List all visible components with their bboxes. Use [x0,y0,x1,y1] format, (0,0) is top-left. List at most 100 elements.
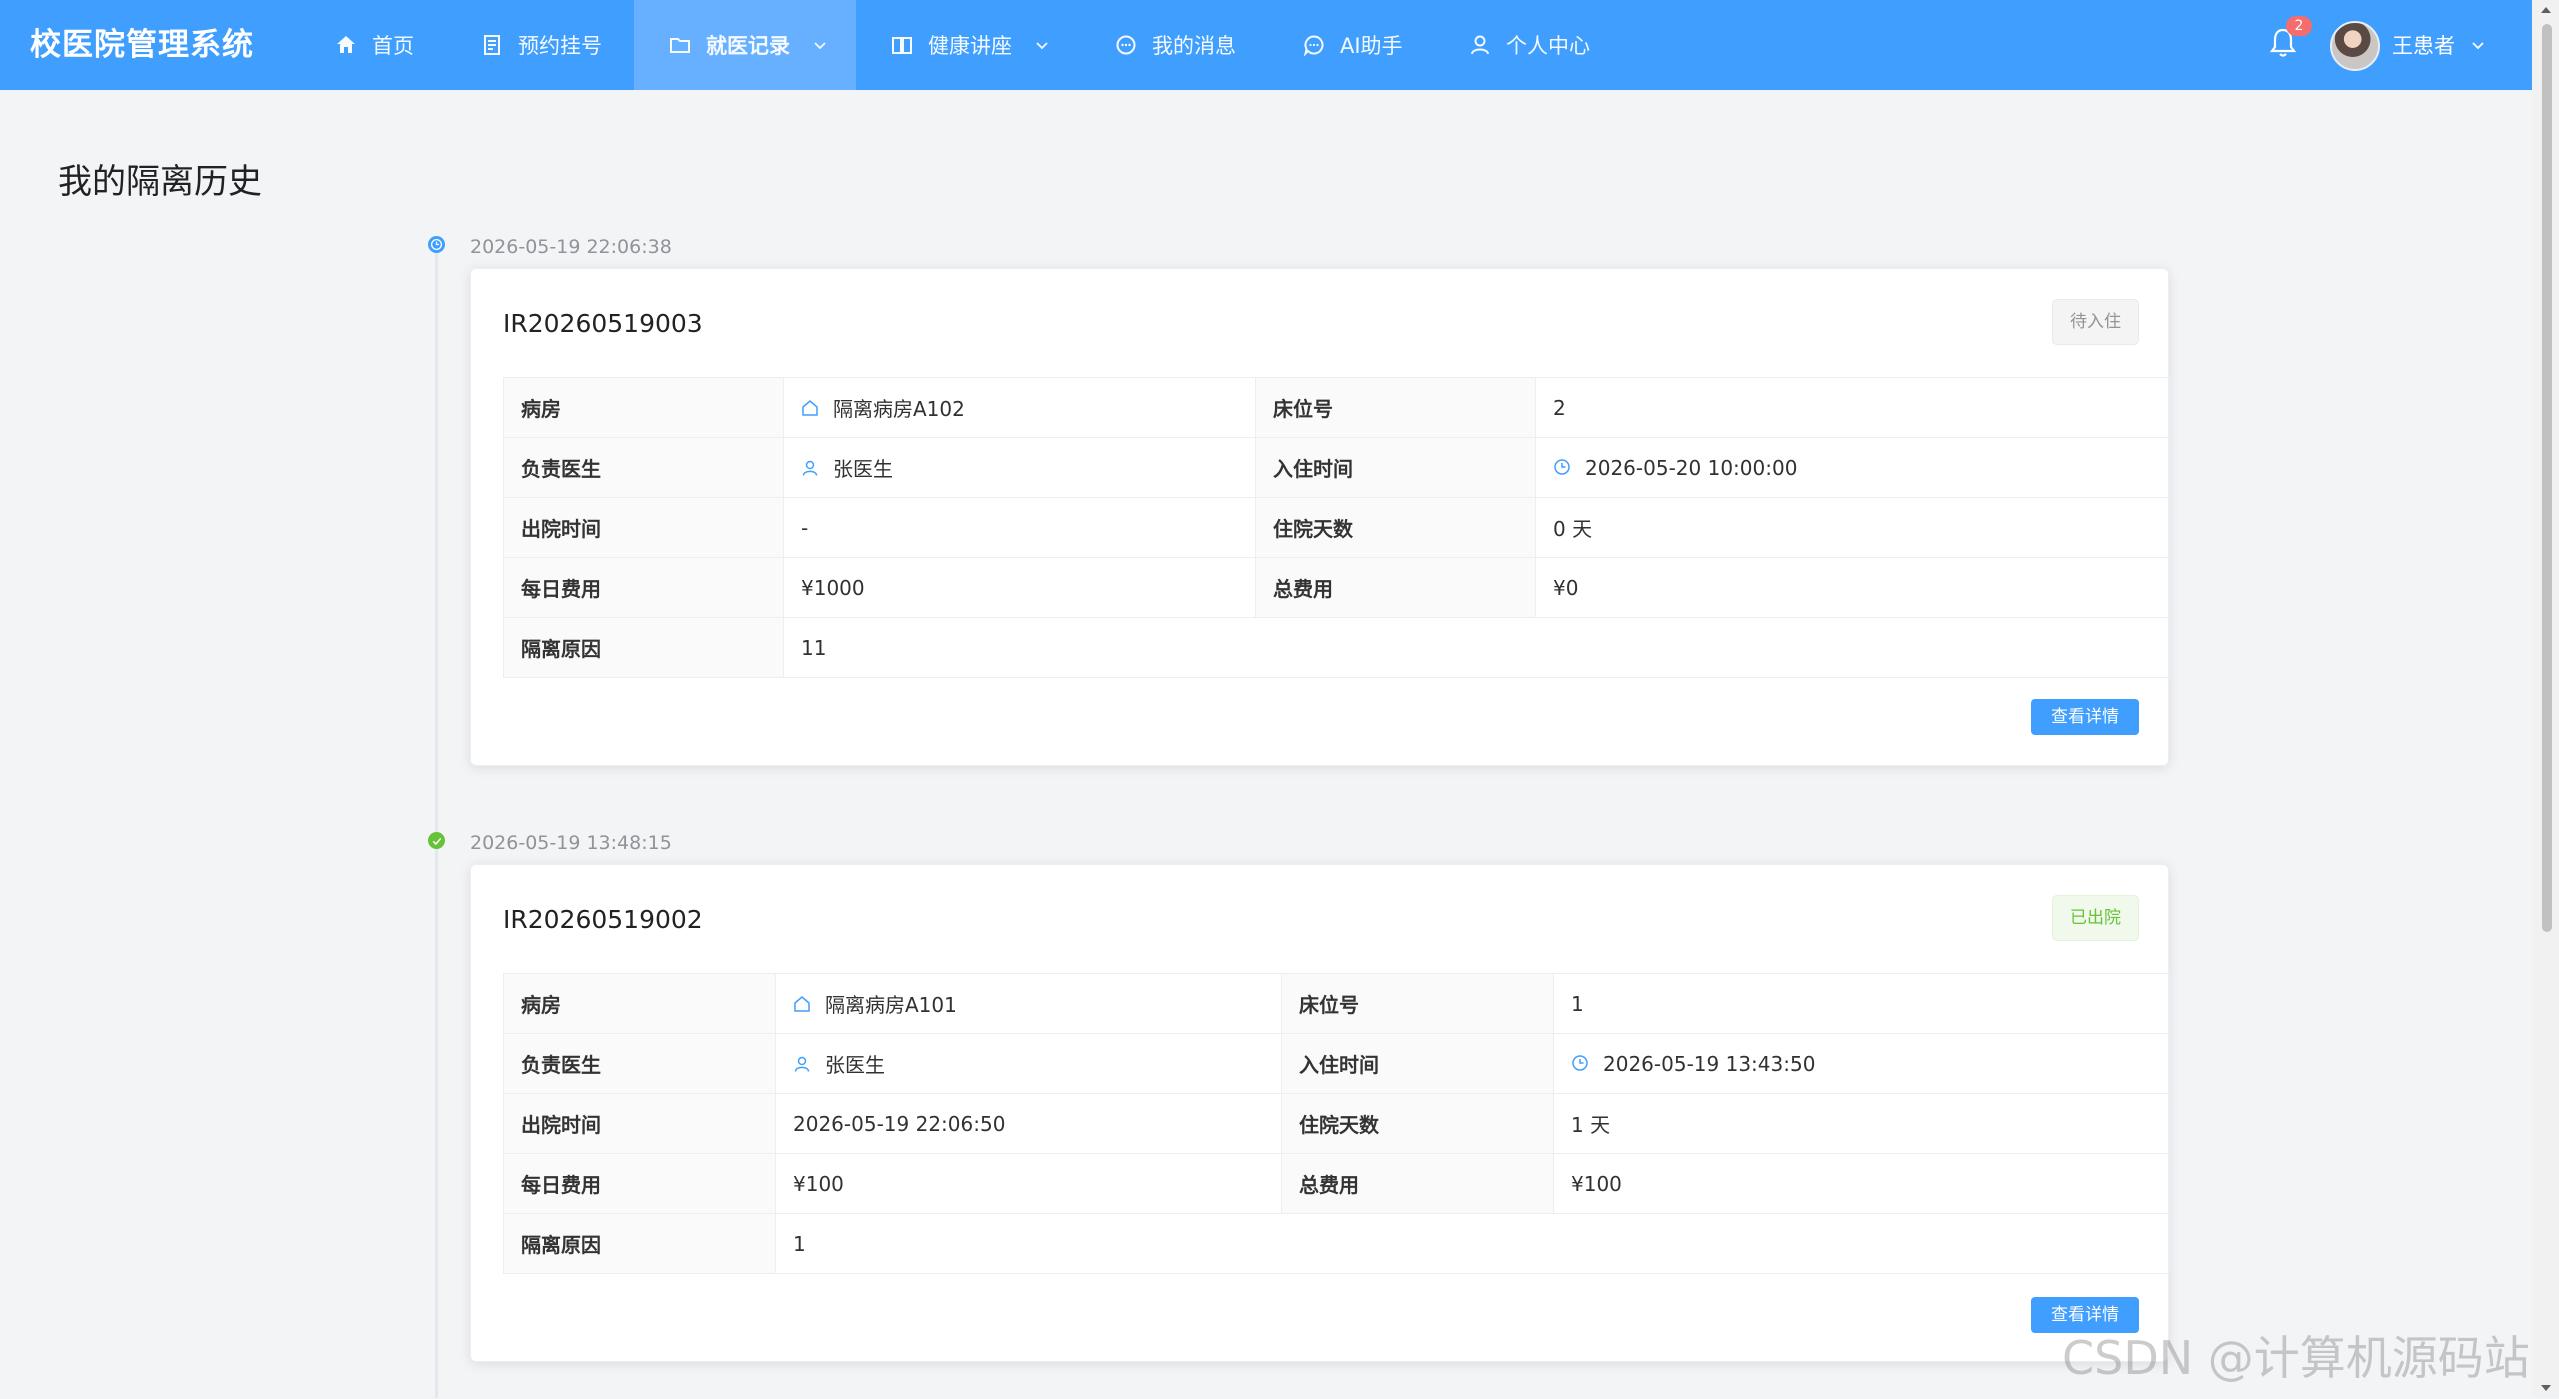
nav-lectures[interactable]: 健康讲座 [890,0,1050,90]
status-badge: 待入住 [2052,299,2139,345]
nav-home-label: 首页 [372,34,414,58]
folder-icon [668,33,692,57]
doctor-value: 张医生 [833,457,893,481]
nav-ai-label: AI助手 [1340,34,1403,58]
bed-value: 1 [1553,973,2170,1034]
ward-value: 隔离病房A101 [825,993,957,1017]
user-icon [801,458,819,476]
doctor-value: 张医生 [825,1053,885,1077]
checkin-label: 入住时间 [1255,437,1536,498]
ward-value-cell: 隔离病房A101 [775,973,1282,1034]
nav-appointment[interactable]: 预约挂号 [480,0,602,90]
daily-fee-label: 每日费用 [503,1153,776,1214]
notification-badge: 2 [2286,16,2312,36]
ward-value-cell: 隔离病房A102 [783,377,1256,438]
timeline-timestamp: 2026-05-19 13:48:15 [470,832,672,854]
daily-fee-value: ¥1000 [783,557,1256,618]
chevron-down-icon [812,37,828,53]
nav-records[interactable]: 就医记录 [634,0,856,90]
ward-label: 病房 [503,973,776,1034]
table-row: 隔离原因 1 [503,1213,2170,1274]
app-title: 校医院管理系统 [30,27,254,63]
record-details-table: 病房 隔离病房A102 床位号 2 负责医生 张医生 入住时间 2026-05-… [503,377,2170,678]
table-row: 病房 隔离病房A102 床位号 2 [503,377,2170,438]
clock-icon [1553,457,1571,475]
discharge-value: - [783,497,1256,558]
reason-value: 1 [775,1213,2170,1274]
nav-lectures-label: 健康讲座 [928,34,1012,58]
checkin-value: 2026-05-20 10:00:00 [1585,455,1798,480]
discharge-label: 出院时间 [503,497,784,558]
isolation-record-card: IR20260519002 已出院 病房 隔离病房A101 床位号 1 负责医生… [470,864,2170,1362]
doctor-value-cell: 张医生 [783,437,1256,498]
daily-fee-value: ¥100 [775,1153,1282,1214]
scroll-up-arrow-icon[interactable] [2538,2,2554,16]
clock-icon [1571,1053,1589,1071]
user-icon [793,1054,811,1072]
doctor-label: 负责医生 [503,437,784,498]
check-icon [428,832,445,849]
user-name[interactable]: 王患者 [2392,0,2455,90]
days-label: 住院天数 [1255,497,1536,558]
nav-messages[interactable]: 我的消息 [1114,0,1236,90]
scroll-down-arrow-icon[interactable] [2538,1380,2554,1394]
status-badge: 已出院 [2052,895,2139,941]
house-icon [801,398,819,416]
days-label: 住院天数 [1281,1093,1554,1154]
chevron-down-icon[interactable] [2470,37,2486,53]
user-icon [1468,33,1492,57]
chevron-down-icon [1034,37,1050,53]
table-row: 负责医生 张医生 入住时间 2026-05-20 10:00:00 [503,437,2170,498]
total-fee-label: 总费用 [1255,557,1536,618]
checkin-value-cell: 2026-05-19 13:43:50 [1553,1033,2170,1094]
nav-ai-assistant[interactable]: AI助手 [1302,0,1403,90]
checkin-label: 入住时间 [1281,1033,1554,1094]
nav-appointment-label: 预约挂号 [518,34,602,58]
reason-label: 隔离原因 [503,617,784,678]
reason-value: 11 [783,617,2170,678]
doctor-label: 负责医生 [503,1033,776,1094]
record-details-table: 病房 隔离病房A101 床位号 1 负责医生 张医生 入住时间 2026-05-… [503,973,2170,1274]
checkin-value-cell: 2026-05-20 10:00:00 [1535,437,2170,498]
avatar[interactable] [2330,21,2380,71]
clock-icon [428,236,445,253]
ward-label: 病房 [503,377,784,438]
table-row: 出院时间 - 住院天数 0 天 [503,497,2170,558]
timeline-line [435,246,438,1398]
nav-records-label: 就医记录 [706,34,790,58]
nav-profile[interactable]: 个人中心 [1468,0,1590,90]
scrollbar-thumb[interactable] [2542,24,2552,932]
chat-icon [1114,33,1138,57]
reason-label: 隔离原因 [503,1213,776,1274]
book-icon [890,33,914,57]
daily-fee-label: 每日费用 [503,557,784,618]
discharge-value: 2026-05-19 22:06:50 [775,1093,1282,1154]
record-id: IR20260519003 [503,309,703,338]
nav-home[interactable]: 首页 [334,0,414,90]
total-fee-value: ¥0 [1535,557,2170,618]
home-icon [334,33,358,57]
view-details-button[interactable]: 查看详情 [2031,699,2139,735]
isolation-record-card: IR20260519003 待入住 病房 隔离病房A102 床位号 2 负责医生… [470,268,2170,766]
top-navbar: 校医院管理系统 首页 预约挂号 就医记录 健康讲座 我的消息 AI助手 个人中心… [0,0,2532,90]
table-row: 每日费用 ¥1000 总费用 ¥0 [503,557,2170,618]
record-id: IR20260519002 [503,905,703,934]
table-row: 隔离原因 11 [503,617,2170,678]
total-fee-value: ¥100 [1553,1153,2170,1214]
nav-messages-label: 我的消息 [1152,34,1236,58]
bed-value: 2 [1535,377,2170,438]
ward-value: 隔离病房A102 [833,397,965,421]
nav-profile-label: 个人中心 [1506,34,1590,58]
bed-label: 床位号 [1255,377,1536,438]
days-value: 0 天 [1535,497,2170,558]
table-row: 病房 隔离病房A101 床位号 1 [503,973,2170,1034]
days-value: 1 天 [1553,1093,2170,1154]
table-row: 每日费用 ¥100 总费用 ¥100 [503,1153,2170,1214]
document-icon [480,33,504,57]
table-row: 负责医生 张医生 入住时间 2026-05-19 13:43:50 [503,1033,2170,1094]
discharge-label: 出院时间 [503,1093,776,1154]
checkin-value: 2026-05-19 13:43:50 [1603,1051,1816,1076]
table-row: 出院时间 2026-05-19 22:06:50 住院天数 1 天 [503,1093,2170,1154]
doctor-value-cell: 张医生 [775,1033,1282,1094]
chat-bubble-icon [1302,33,1326,57]
